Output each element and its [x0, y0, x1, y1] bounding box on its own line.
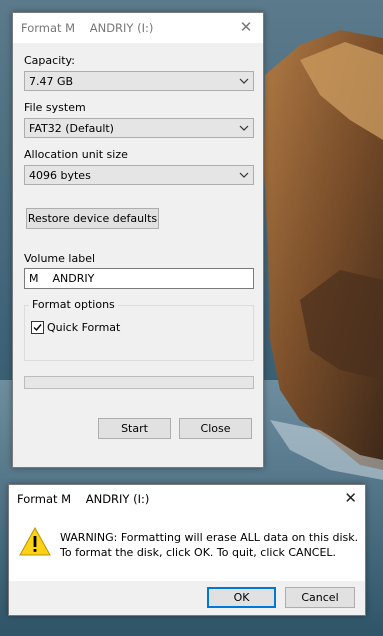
warning-dialog: Format M ANDRIY (I:) ✕ WARNING: Formatti…: [8, 484, 366, 616]
volume-label-label: Volume label: [24, 252, 96, 265]
quick-format-checkbox[interactable]: [31, 321, 44, 334]
cancel-button[interactable]: Cancel: [285, 587, 355, 608]
close-icon[interactable]: ✕: [238, 18, 254, 36]
allocation-value: 4096 bytes: [29, 168, 91, 182]
start-button[interactable]: Start: [98, 418, 171, 439]
allocation-dropdown[interactable]: 4096 bytes: [24, 165, 254, 185]
format-progress-bar: [24, 376, 254, 389]
warning-dialog-title: Format M ANDRIY (I:): [17, 492, 150, 506]
chevron-down-icon: [239, 125, 249, 131]
chevron-down-icon: [239, 172, 249, 178]
close-icon[interactable]: ✕: [344, 489, 357, 507]
restore-defaults-button[interactable]: Restore device defaults: [26, 208, 159, 229]
close-button[interactable]: Close: [179, 418, 252, 439]
ok-button[interactable]: OK: [207, 587, 276, 608]
chevron-down-icon: [239, 78, 249, 84]
warning-message-line2: To format the disk, click OK. To quit, c…: [60, 546, 337, 559]
checkmark-icon: [33, 324, 42, 332]
warning-message: WARNING: Formatting will erase ALL data …: [60, 530, 358, 560]
warning-dialog-footer: OK Cancel: [9, 581, 365, 615]
filesystem-label: File system: [24, 101, 86, 114]
filesystem-value: FAT32 (Default): [29, 121, 114, 135]
filesystem-dropdown[interactable]: FAT32 (Default): [24, 118, 254, 138]
capacity-label: Capacity:: [24, 54, 75, 67]
warning-icon: [19, 527, 51, 556]
format-options-label: Format options: [29, 298, 118, 311]
format-dialog-title: Format M ANDRIY (I:): [13, 13, 263, 43]
capacity-value: 7.47 GB: [29, 74, 74, 88]
capacity-dropdown[interactable]: 7.47 GB: [24, 71, 254, 91]
format-dialog: Format M ANDRIY (I:) ✕ Capacity: 7.47 GB…: [12, 12, 264, 468]
allocation-label: Allocation unit size: [24, 148, 128, 161]
warning-message-line1: WARNING: Formatting will erase ALL data …: [60, 531, 359, 544]
volume-label-input[interactable]: M ANDRIY: [24, 268, 254, 289]
quick-format-label[interactable]: Quick Format: [47, 321, 120, 334]
